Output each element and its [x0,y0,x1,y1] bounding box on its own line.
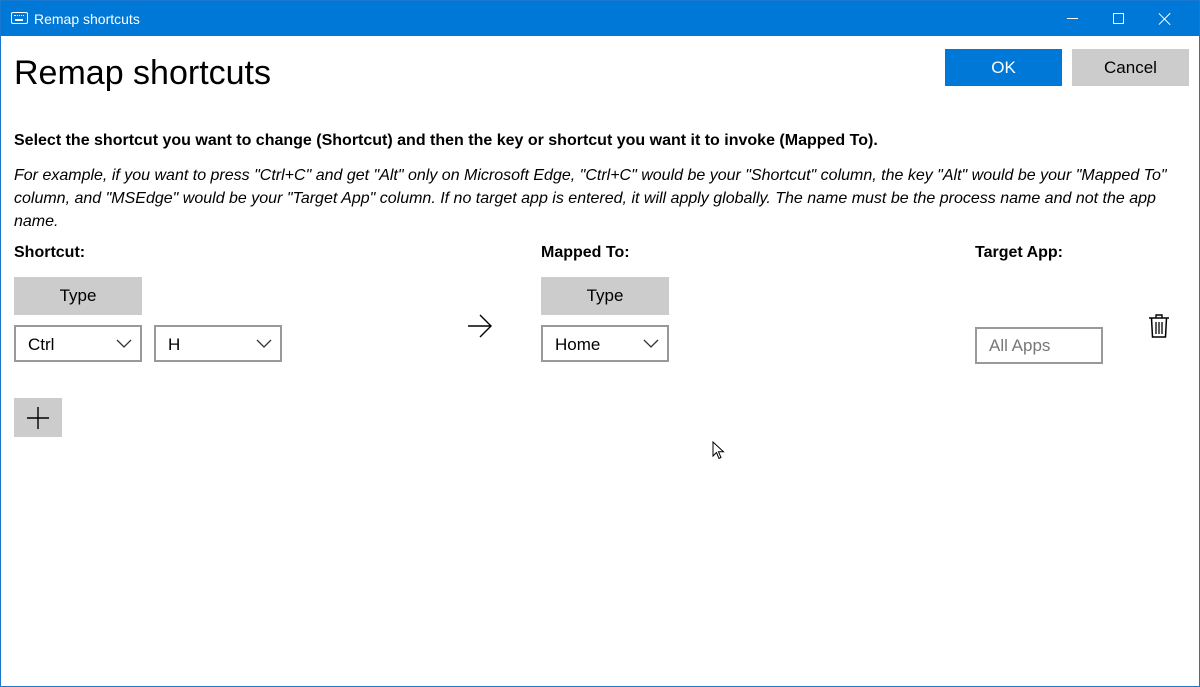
dropdown-value: Ctrl [28,335,55,354]
instruction-text: Select the shortcut you want to change (… [14,132,878,149]
mapped-key-dropdown[interactable]: Home [541,325,669,362]
page-title: Remap shortcuts [14,54,271,92]
shortcut-key-dropdown[interactable]: H [154,325,282,362]
chevron-down-icon [116,339,132,348]
shortcut-column-label: Shortcut: [14,244,86,261]
target-app-field[interactable] [975,327,1103,364]
title-bar[interactable]: Remap shortcuts [1,1,1199,36]
mapped-to-column-label: Mapped To: [541,244,630,261]
target-app-column-label: Target App: [975,244,1063,261]
minimize-button[interactable] [1049,1,1095,36]
mapped-type-button[interactable]: Type [541,277,669,315]
minimize-icon [1066,18,1078,19]
plus-icon [27,406,49,429]
ok-button[interactable]: OK [945,49,1062,86]
remap-shortcuts-window: Remap shortcuts Remap shortcuts OK Cance… [0,0,1200,687]
maximize-button[interactable] [1095,1,1141,36]
window-title: Remap shortcuts [34,11,140,27]
mouse-cursor-icon [712,441,725,460]
example-text: For example, if you want to press "Ctrl+… [14,167,1167,230]
keyboard-icon [11,12,28,24]
chevron-down-icon [643,339,659,348]
close-icon [1158,12,1172,26]
close-button[interactable] [1142,1,1188,36]
shortcut-type-button[interactable]: Type [14,277,142,315]
dropdown-value: H [168,335,181,354]
cancel-button[interactable]: Cancel [1072,49,1189,86]
target-app-input[interactable] [977,329,1101,362]
shortcut-modifier-dropdown[interactable]: Ctrl [14,325,142,362]
trash-icon[interactable] [1148,313,1170,339]
add-shortcut-button[interactable] [14,398,62,437]
arrow-right-icon [468,314,492,338]
maximize-icon [1112,13,1124,24]
dropdown-value: Home [555,335,601,354]
chevron-down-icon [256,339,272,348]
